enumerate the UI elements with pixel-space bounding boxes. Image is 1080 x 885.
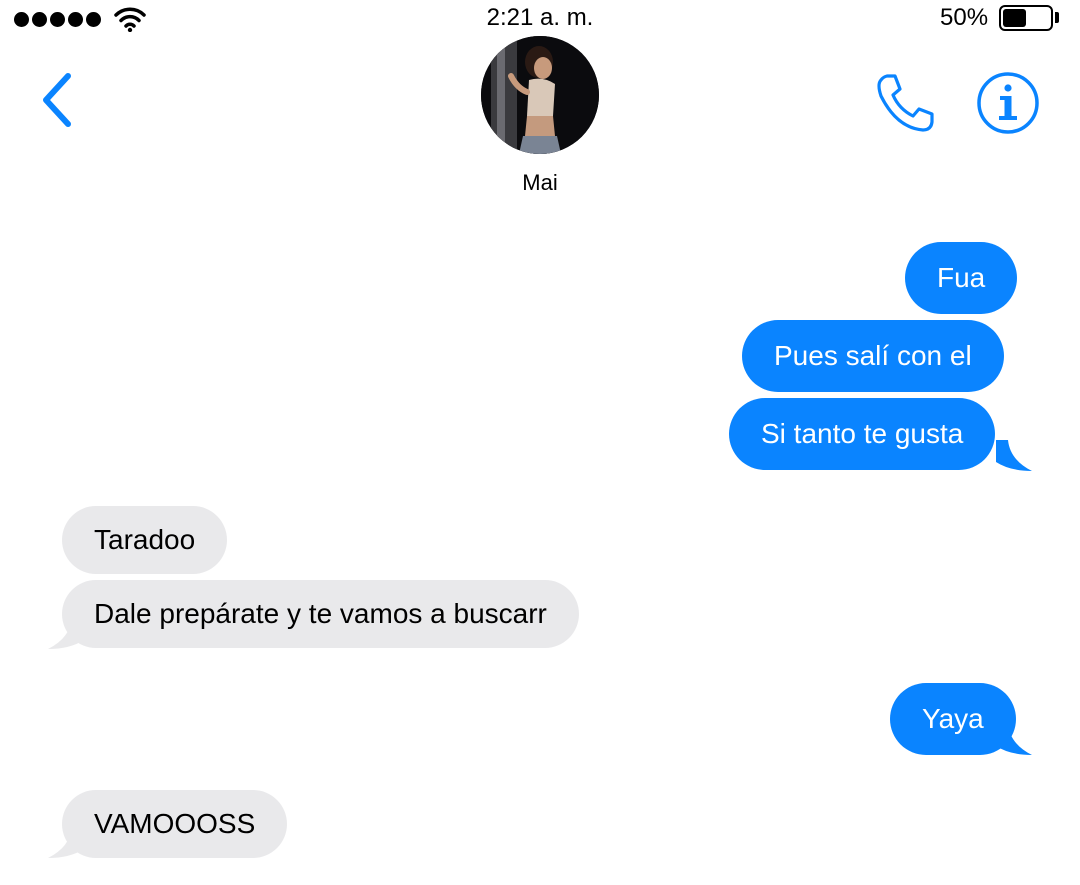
status-bar: 2:21 a. m. 50% [0, 0, 1080, 36]
message-bubble-outgoing[interactable]: Pues salí con el [742, 320, 1004, 392]
battery-percent: 50% [940, 4, 989, 31]
message-text: Fua [937, 262, 986, 293]
message-text: VAMOOOSS [94, 808, 256, 839]
bubble-tail [996, 440, 1032, 471]
message-text: Yaya [922, 703, 984, 734]
avatar-photo [481, 36, 599, 154]
message-bubble-incoming[interactable]: Taradoo [62, 506, 228, 574]
message-bubble-outgoing[interactable]: Si tanto te gusta [729, 398, 996, 470]
info-icon[interactable] [976, 71, 1040, 135]
bubble-tail [48, 827, 84, 858]
battery-level [1003, 9, 1026, 27]
battery-icon [999, 5, 1053, 31]
message-bubble-incoming[interactable]: Dale prepárate y te vamos a buscarr [62, 580, 579, 648]
bubble-tail [996, 724, 1032, 755]
message-bubble-outgoing[interactable]: Fua [905, 242, 1018, 314]
contact-name[interactable]: Mai [0, 170, 1080, 196]
phone-icon[interactable] [873, 72, 937, 134]
message-bubble-incoming[interactable]: VAMOOOSS [62, 790, 288, 858]
message-text: Taradoo [94, 524, 196, 555]
message-text: Pues salí con el [774, 340, 972, 371]
message-text: Si tanto te gusta [761, 418, 964, 449]
battery-tip [1055, 12, 1059, 23]
contact-avatar[interactable] [481, 36, 599, 154]
bubble-tail [48, 618, 84, 649]
message-text: Dale prepárate y te vamos a buscarr [94, 598, 547, 629]
chevron-left-icon[interactable] [36, 68, 78, 132]
status-time: 2:21 a. m. [486, 4, 594, 31]
